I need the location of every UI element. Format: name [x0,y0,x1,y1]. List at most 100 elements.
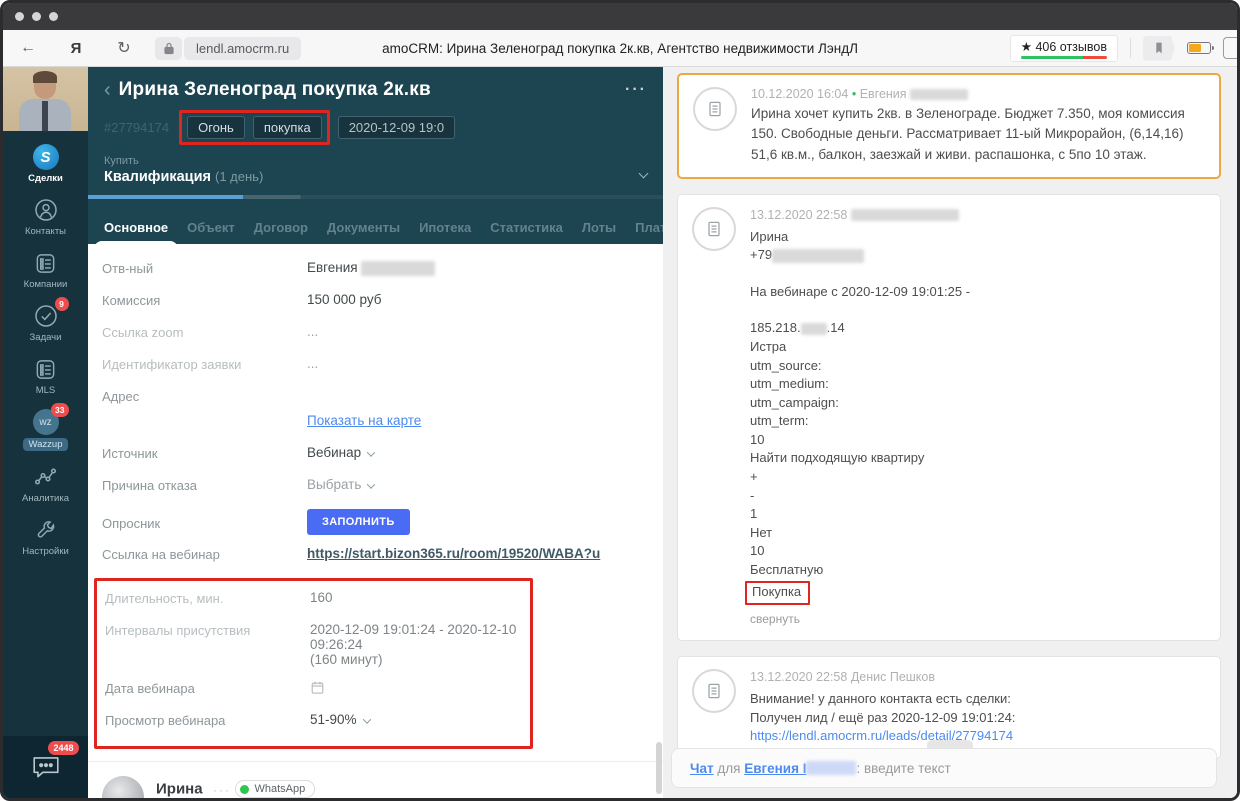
deal-more-icon[interactable]: ··· [625,81,647,99]
contacts-icon [33,197,59,223]
field-refusal-reason: Причина отказа Выбрать [102,477,651,496]
sidebar-item-deals[interactable]: S Сделки [3,144,88,184]
field-address: Адрес [102,389,140,404]
chat-badge: 2448 [48,741,79,755]
show-on-map-link[interactable]: Показать на карте [307,413,421,428]
note-icon [693,87,737,131]
deal-date-chip[interactable]: 2020-12-09 19:0 [337,116,456,139]
amocrm-logo-icon: S [32,144,59,170]
whatsapp-badge[interactable]: WhatsApp [235,780,316,798]
wazzup-badge: 33 [51,403,69,417]
field-webinar-view: Просмотр вебинара 51-90% [105,712,530,731]
chevron-down-icon[interactable] [638,168,649,179]
sidebar-item-mls[interactable]: MLS [3,356,88,396]
note-card-webinar[interactable]: 13.12.2020 22:58 Ирина +79 На вебинаре с… [677,193,1221,642]
wrench-icon [33,517,59,543]
lock-icon[interactable] [155,36,182,60]
traffic-light-close[interactable] [15,12,24,21]
tab-main[interactable]: Основное [93,220,179,254]
back-chevron-icon[interactable]: ‹ [104,80,111,100]
collapse-link[interactable]: свернуть [750,611,970,628]
sidebar-item-companies[interactable]: Компании [3,250,88,290]
lead-detail-link[interactable]: https://lendl.amocrm.ru/leads/detail/277… [750,728,1013,743]
star-icon: ★ [1020,39,1032,54]
deal-panel: ‹ Ирина Зеленоград покупка 2к.кв ··· #27… [88,67,720,798]
traffic-light-minimize[interactable] [32,12,41,21]
tag-chip[interactable]: покупка [252,116,322,139]
contact-avatar [102,776,144,798]
field-webinar-date: Дата вебинара [105,680,530,699]
sidebar-footer: 2448 [3,736,88,798]
field-zoom-link: Ссылка zoom ... [102,324,319,340]
companies-icon [33,250,59,276]
contact-name[interactable]: Ирина [156,781,203,798]
tasks-icon: 9 [33,297,69,329]
tasks-badge: 9 [54,297,69,311]
user-photo[interactable] [3,67,88,131]
linked-contact[interactable]: Ирина ··· WhatsApp [102,776,651,798]
deal-fields: Отв-ный Евгения Комиссия 150 000 руб Ссы… [88,244,663,798]
deal-tabs: Основное Объект Договор Документы Ипотек… [93,210,720,254]
webinar-url-link[interactable]: https://start.bizon365.ru/room/19520/WAB… [307,546,600,561]
browser-window: ← Я ↻ lendl.amocrm.ru amoCRM: Ирина Зеле… [0,0,1240,801]
annotation-box-webinar-fields: Длительность, мин. 160 Интервалы присутс… [94,578,533,749]
battery-icon [1187,42,1214,54]
address-bar[interactable]: lendl.amocrm.ru [184,36,302,60]
reviews-rating-bar [1020,55,1107,59]
pipeline-name: Купить [104,155,139,167]
field-commission: Комиссия 150 000 руб [102,292,382,308]
traffic-light-zoom[interactable] [49,12,58,21]
bookmark-icon[interactable] [1143,35,1175,61]
deal-title: Ирина Зеленоград покупка 2к.кв [118,79,431,100]
deal-scrollbar-thumb[interactable] [656,742,662,794]
calendar-icon[interactable] [310,680,325,695]
field-source: Источник Вебинар [102,445,651,464]
reload-icon[interactable]: ↻ [109,38,139,58]
whatsapp-dot-icon [240,784,250,794]
sidebar-item-wazzup[interactable]: wz 33 Wazzup [3,403,88,451]
stage-duration: (1 день) [215,169,264,184]
tag-chip[interactable]: Огонь [187,116,245,139]
clipped-toolbar-icon[interactable] [1223,37,1237,59]
tab-mortgage[interactable]: Ипотека [419,220,471,235]
note-icon [692,206,736,251]
note-text: Ирина хочет купить 2кв. в Зеленограде. Б… [751,106,1185,162]
note-card-highlighted[interactable]: 10.12.2020 16:04 • Евгения Ирина хочет к… [677,73,1221,179]
tab-object[interactable]: Объект [187,220,235,235]
deal-id: #27794174 [104,120,170,135]
chat-input[interactable]: Чат для Евгения I: введите текст [671,748,1217,788]
sidebar-item-contacts[interactable]: Контакты [3,197,88,237]
sidebar: S Сделки Контакты Компании 9 Задачи MLS … [3,67,88,798]
field-responsible: Отв-ный Евгения [102,260,651,279]
chat-bubble-icon[interactable]: 2448 [31,741,79,781]
annotation-box-purchase: Покупка [745,581,811,606]
sidebar-item-analytics[interactable]: Аналитика [3,464,88,504]
field-quiz: Опросник ЗАПОЛНИТЬ [102,509,651,535]
note-icon [692,669,736,714]
tab-contract[interactable]: Договор [254,220,308,235]
annotation-box-tags: Огонь покупка [179,110,330,145]
fill-quiz-button[interactable]: ЗАПОЛНИТЬ [307,509,410,535]
field-map-link: Показать на карте [102,413,651,432]
tab-statistics[interactable]: Статистика [490,220,563,235]
field-intervals: Интервалы присутствия 2020-12-09 19:01:2… [105,622,517,667]
chat-link[interactable]: Чат [690,761,714,776]
tab-lots[interactable]: Лоты [582,220,616,235]
tab-documents[interactable]: Документы [327,220,400,235]
field-webinar-link: Ссылка на вебинар https://start.bizon365… [102,546,601,562]
browser-toolbar: ← Я ↻ lendl.amocrm.ru amoCRM: Ирина Зеле… [3,30,1237,67]
stage-progress-bar[interactable] [88,195,663,199]
window-titlebar [3,3,1237,30]
back-icon[interactable]: ← [13,39,43,57]
contact-more-icon[interactable]: ··· [213,783,231,797]
stage-name[interactable]: Квалификация [104,169,211,185]
sidebar-item-settings[interactable]: Настройки [3,517,88,557]
feed-panel: 10.12.2020 16:04 • Евгения Ирина хочет к… [663,67,1237,798]
yandex-browser-icon[interactable]: Я [61,40,91,57]
analytics-icon [33,464,59,490]
reviews-widget[interactable]: ★ 406 отзывов [1009,34,1118,62]
chat-person-link[interactable]: Евгения I [744,761,806,776]
online-dot: • [851,87,857,101]
sidebar-item-tasks[interactable]: 9 Задачи [3,297,88,343]
chat-placeholder: : введите текст [856,760,951,776]
